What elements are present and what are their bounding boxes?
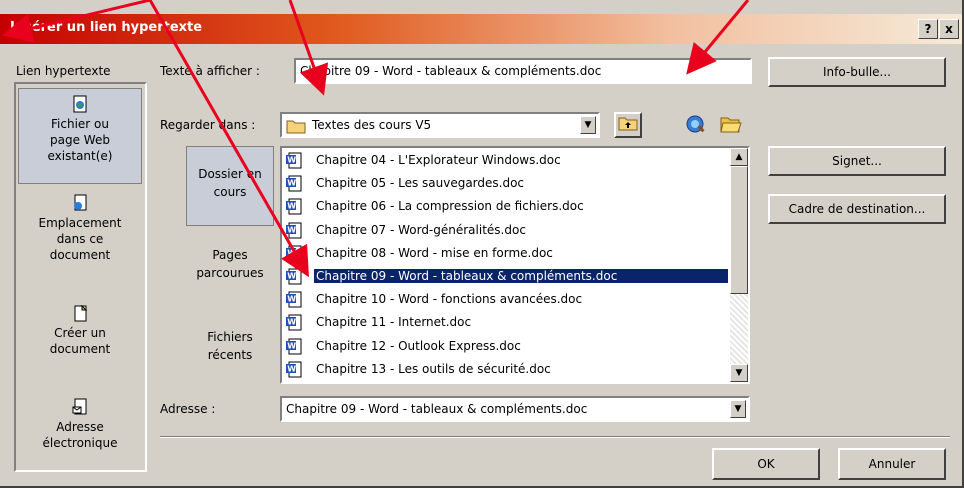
address-dropdown-arrow[interactable]: ▼ [730, 400, 746, 418]
cancel-button[interactable]: Annuler [838, 448, 946, 480]
file-list-item[interactable]: W Chapitre 12 - Outlook Express.doc [284, 336, 724, 358]
svg-text:W: W [287, 156, 296, 165]
existing-file-icon [73, 95, 87, 113]
divider [160, 436, 950, 438]
text-to-display-value: Chapitre 09 - Word - tableaux & compléme… [300, 64, 602, 78]
help-button[interactable]: ? [918, 19, 938, 39]
word-document-icon: W [286, 245, 302, 262]
file-name: Chapitre 07 - Word-généralités.doc [316, 222, 526, 237]
file-list-item[interactable]: W Chapitre 08 - Word - mise en forme.doc [284, 243, 724, 265]
tab-current-folder[interactable]: Dossier en cours [186, 146, 274, 226]
svg-text:W: W [287, 202, 296, 211]
nav-email-address-label: Adresse électronique [42, 420, 118, 450]
tab-recent-files-label: Fichiers récents [207, 330, 253, 362]
browse-file-icon [720, 117, 742, 133]
file-list-item[interactable]: W Chapitre 05 - Les sauvegardes.doc [284, 173, 724, 195]
file-name: Chapitre 04 - L'Explorateur Windows.doc [316, 153, 561, 167]
file-list-item[interactable]: W Chapitre 07 - Word-généralités.doc [284, 220, 724, 242]
folder-icon [286, 120, 306, 134]
address-label: Adresse : [160, 402, 216, 416]
place-in-document-icon [74, 194, 87, 211]
screen-tip-button[interactable]: Info-bulle... [768, 57, 946, 87]
new-document-icon [74, 304, 88, 322]
nav-existing-file-label: Fichier ou page Web existant(e) [47, 117, 113, 163]
file-name: Chapitre 05 - Les sauvegardes.doc [316, 176, 525, 191]
file-list[interactable]: W Chapitre 04 - L'Explorateur Windows.doc… [280, 146, 750, 384]
tab-current-folder-label: Dossier en cours [198, 167, 262, 199]
svg-text:W: W [287, 272, 296, 281]
address-combo[interactable]: Chapitre 09 - Word - tableaux & compléme… [280, 396, 750, 422]
text-to-display-field[interactable]: Chapitre 09 - Word - tableaux & compléme… [294, 58, 752, 84]
file-list-item[interactable]: W Chapitre 11 - Internet.doc [284, 312, 724, 334]
word-document-icon: W [286, 291, 302, 308]
word-document-icon: W [286, 361, 302, 378]
file-list-item[interactable]: W Chapitre 10 - Word - fonctions avancées… [284, 289, 724, 311]
look-in-dropdown-arrow[interactable]: ▼ [580, 116, 596, 134]
word-document-icon: W [286, 222, 302, 239]
tab-recent-files[interactable]: Fichiers récents [186, 328, 274, 388]
file-list-item[interactable]: W Chapitre 04 - L'Explorateur Windows.doc [284, 150, 724, 172]
file-name: Chapitre 09 - Word - tableaux & compléme… [314, 269, 728, 283]
scroll-down-arrow[interactable]: ▼ [730, 364, 748, 382]
browse-web-icon [686, 115, 705, 133]
nav-existing-file[interactable]: Fichier ou page Web existant(e) [18, 88, 142, 184]
nav-create-document-label: Créer un document [49, 326, 111, 356]
word-document-icon: W [286, 152, 302, 169]
word-document-icon: W [286, 175, 302, 192]
nav-create-document[interactable]: Créer un document [18, 304, 142, 368]
bookmark-button[interactable]: Signet... [768, 146, 946, 176]
tab-browsed-pages[interactable]: Pages parcourues [186, 246, 274, 306]
file-name: Chapitre 06 - La compression de fichiers… [316, 199, 584, 214]
file-list-item[interactable]: W Chapitre 09 - Word - tableaux & complém… [284, 266, 728, 288]
email-address-icon [72, 398, 87, 415]
browse-web-button[interactable] [680, 110, 710, 140]
svg-text:W: W [287, 248, 296, 257]
file-name: Chapitre 11 - Internet.doc [316, 315, 472, 330]
look-in-combo[interactable]: Textes des cours V5 ▼ [280, 112, 600, 138]
scroll-thumb[interactable] [730, 166, 748, 294]
nav-email-address[interactable]: Adresse électronique [18, 398, 142, 462]
ok-button[interactable]: OK [712, 448, 820, 480]
file-list-scrollbar[interactable]: ▲ ▼ [730, 148, 748, 382]
look-in-label: Regarder dans : [160, 118, 256, 132]
insert-hyperlink-dialog: Insérer un lien hypertexte ? x Lien hype… [0, 0, 964, 488]
word-document-icon: W [286, 338, 302, 355]
left-nav-heading: Lien hypertexte [16, 64, 111, 78]
svg-text:W: W [287, 318, 296, 327]
look-in-value: Textes des cours V5 [312, 118, 432, 132]
word-document-icon: W [286, 268, 302, 285]
up-one-folder-button[interactable] [614, 112, 642, 138]
text-to-display-label: Texte à afficher : [160, 64, 260, 78]
browse-file-button[interactable] [716, 110, 746, 140]
nav-place-in-document-label: Emplacement dans ce document [38, 216, 122, 262]
file-list-item[interactable]: W Chapitre 06 - La compression de fichier… [284, 196, 724, 218]
close-button[interactable]: x [939, 19, 959, 39]
target-frame-button[interactable]: Cadre de destination... [768, 194, 946, 224]
file-name: Chapitre 10 - Word - fonctions avancées.… [316, 292, 583, 307]
file-list-item[interactable]: W Chapitre 13 - Les outils de sécurité.do… [284, 359, 724, 381]
svg-text:W: W [287, 295, 296, 304]
nav-place-in-document[interactable]: Emplacement dans ce document [18, 194, 142, 278]
svg-text:W: W [287, 225, 296, 234]
window-title: Insérer un lien hypertexte [10, 20, 203, 35]
tab-browsed-pages-label: Pages parcourues [196, 248, 264, 280]
scroll-up-arrow[interactable]: ▲ [730, 148, 748, 166]
file-name: Chapitre 13 - Les outils de sécurité.doc [316, 361, 551, 376]
up-folder-icon [618, 117, 638, 131]
address-value: Chapitre 09 - Word - tableaux & compléme… [286, 402, 588, 416]
word-document-icon: W [286, 198, 302, 215]
svg-text:W: W [287, 341, 296, 350]
link-to-panel: Fichier ou page Web existant(e) Emplacem… [14, 82, 147, 472]
file-name: Chapitre 12 - Outlook Express.doc [316, 338, 521, 353]
svg-text:W: W [287, 364, 296, 373]
file-name: Chapitre 08 - Word - mise en forme.doc [316, 245, 553, 260]
word-document-icon: W [286, 314, 302, 331]
svg-text:W: W [287, 179, 296, 188]
title-bar: Insérer un lien hypertexte ? x [0, 14, 962, 44]
